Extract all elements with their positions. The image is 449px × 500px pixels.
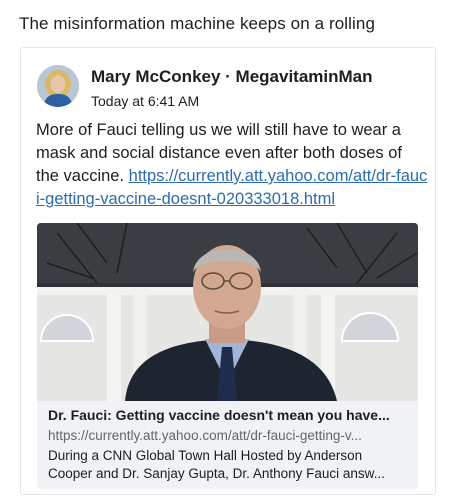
post-body: More of Fauci telling us we will still h… [36, 119, 428, 211]
author-line: Mary McConkey · MegavitaminMan [91, 67, 373, 87]
author-separator: · [220, 67, 236, 86]
post-timestamp[interactable]: Today at 6:41 AM [91, 93, 199, 109]
post-caption: The misinformation machine keeps on a ro… [19, 14, 376, 33]
preview-image [37, 223, 418, 401]
author-avatar[interactable] [37, 65, 79, 107]
preview-description-line-1: During a CNN Global Town Hall Hosted by … [48, 448, 363, 463]
shared-post-card: Mary McConkey · MegavitaminMan Today at … [20, 47, 436, 495]
preview-description-line-2: Cooper and Dr. Sanjay Gupta, Dr. Anthony… [48, 466, 385, 481]
link-preview-card[interactable]: Dr. Fauci: Getting vaccine doesn't mean … [37, 223, 418, 489]
preview-description: During a CNN Global Town Hall Hosted by … [48, 447, 412, 483]
group-name[interactable]: MegavitaminMan [236, 67, 373, 86]
video-thumbnail [37, 223, 418, 401]
preview-url: https://currently.att.yahoo.com/att/dr-f… [48, 428, 362, 443]
avatar-image [37, 65, 79, 107]
author-name[interactable]: Mary McConkey [91, 67, 220, 86]
preview-title[interactable]: Dr. Fauci: Getting vaccine doesn't mean … [48, 407, 412, 423]
